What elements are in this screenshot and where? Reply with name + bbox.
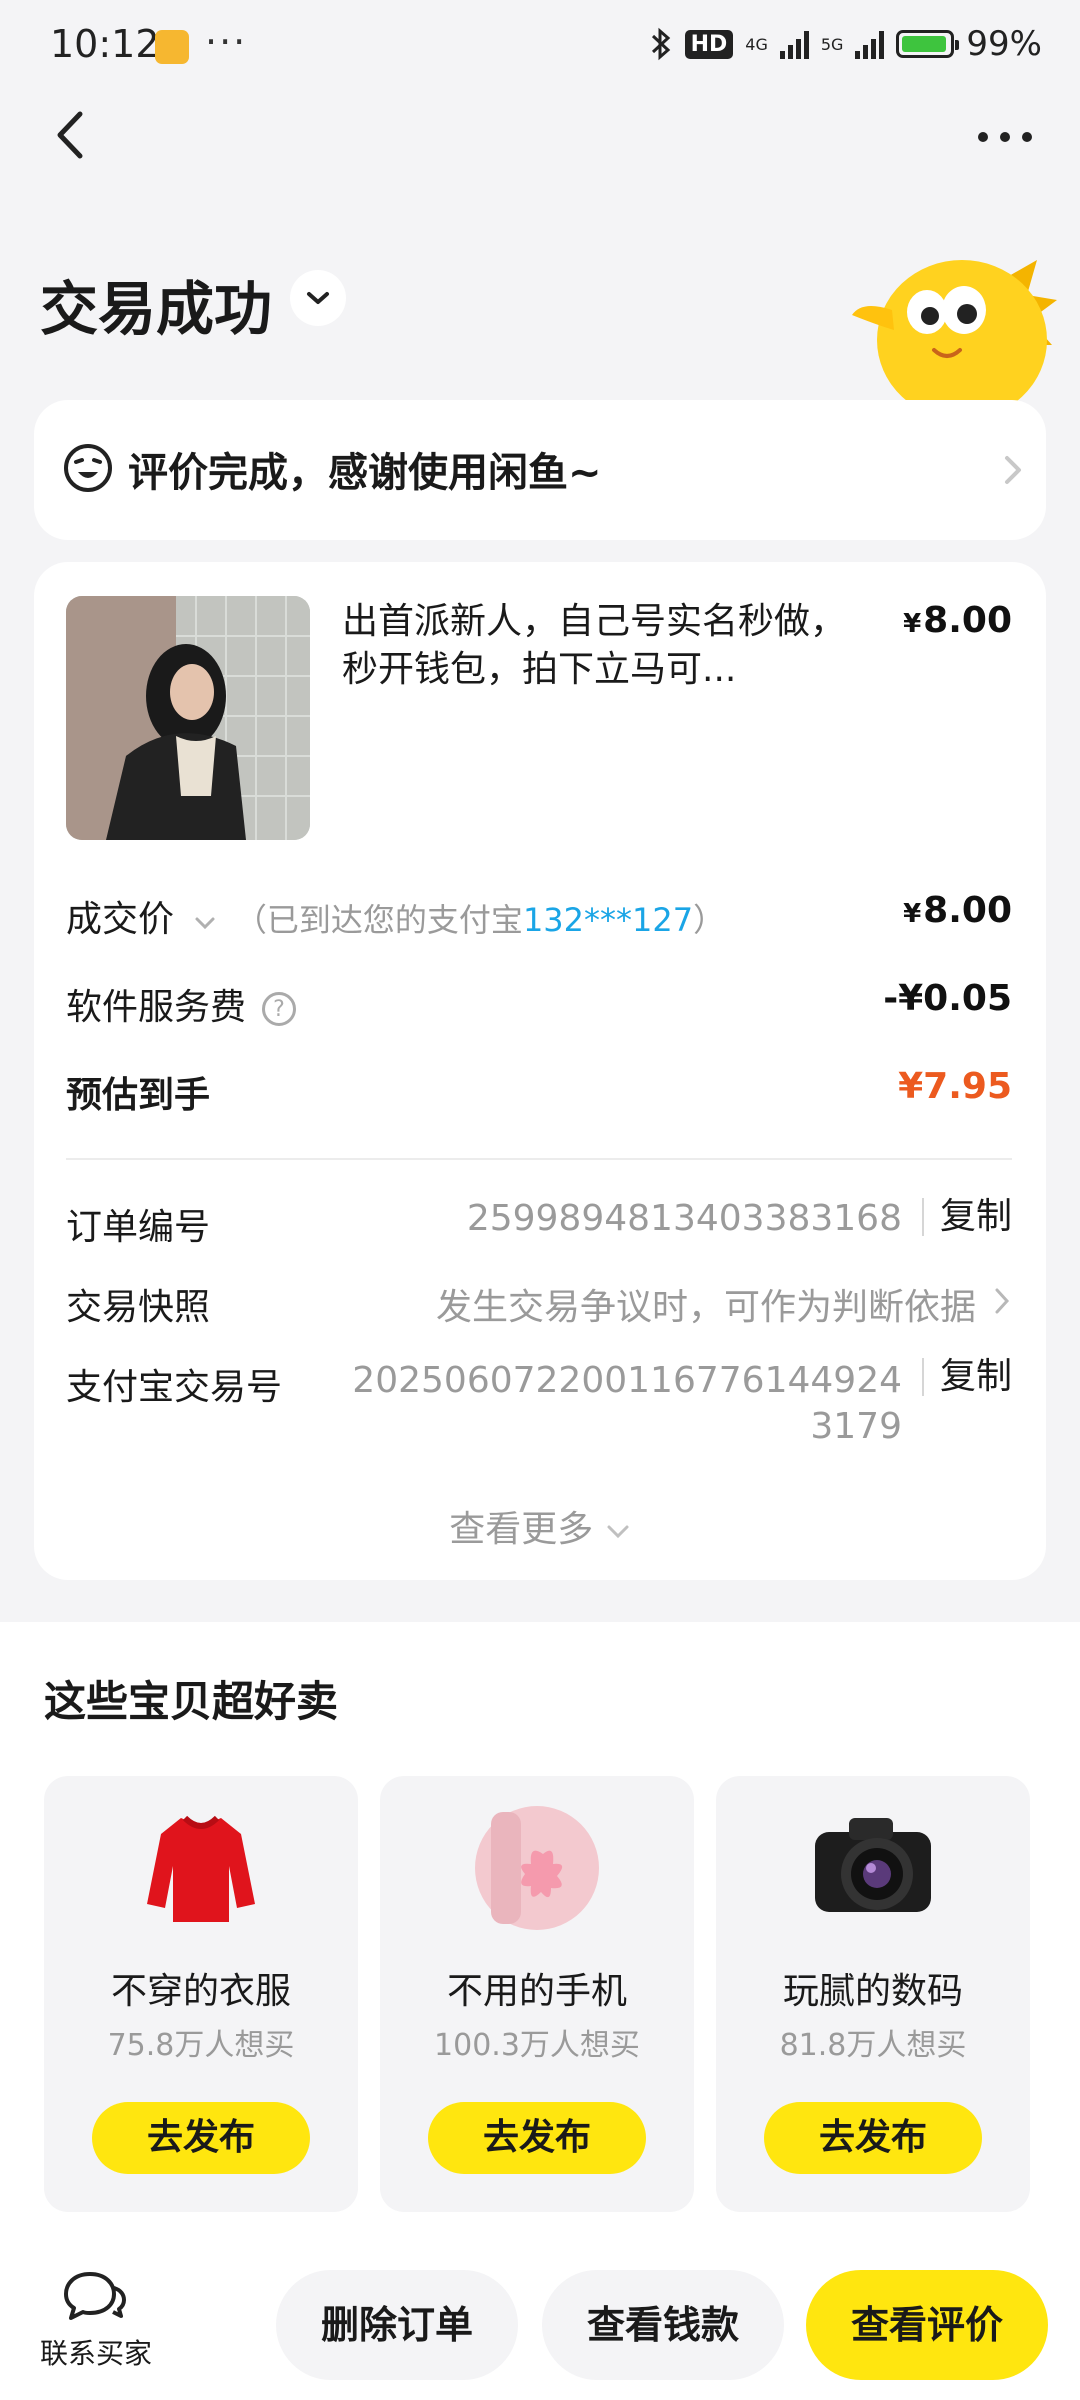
alipay-number-row: 支付宝交易号 20250607220011677614492​4 3179 复制 [66, 1358, 1012, 1458]
back-button[interactable] [46, 100, 106, 170]
recommend-name: 不用的手机 [446, 1971, 627, 2012]
signal-icon [779, 29, 809, 59]
publish-button[interactable]: 去发布 [428, 2102, 646, 2174]
deal-price-value: ¥8.00 [903, 890, 1012, 931]
recommend-card-phone[interactable]: 不用的手机 100.3万人想买 去发布 [380, 1776, 694, 2212]
chevron-right-icon [1005, 456, 1021, 484]
bottom-action-bar: 联系买家 删除订单 查看钱款 查看评价 [0, 2240, 1080, 2400]
item-title[interactable]: 出首派新人，自己号实名秒做，秒开钱包，拍下立马可... [342, 598, 862, 694]
chevron-down-icon[interactable] [193, 915, 217, 931]
battery-icon [896, 30, 960, 58]
status-bar: 10:12 ··· HD 4G 5G 99% [0, 0, 1080, 100]
divider [66, 1158, 1012, 1160]
net-income-value: ¥7.95 [898, 1066, 1012, 1107]
deal-hint-prefix: （已到达您的支付宝 [234, 901, 523, 939]
alipay-account: 132***127 [522, 901, 694, 939]
evaluation-text: 评价完成，感谢使用闲鱼~ [128, 450, 602, 496]
status-time: 10:12 [50, 22, 160, 66]
view-more-label: 查看更多 [449, 1509, 594, 1550]
deal-price-row: 成交价 （已到达您的支付宝132***127） ¥8.00 [66, 890, 1012, 940]
recommend-count: 75.8万人想买 [107, 2028, 295, 2063]
status-icons: HD 4G 5G 99% [649, 24, 1042, 64]
delete-order-button[interactable]: 删除订单 [276, 2270, 518, 2380]
snapshot-label: 交易快照 [66, 1287, 211, 1328]
order-number-row: 订单编号 2599894813403383168 复制 [66, 1198, 1012, 1249]
title-expand-button[interactable] [290, 270, 346, 326]
service-fee-value: -¥0.05 [883, 978, 1012, 1019]
service-fee-label: 软件服务费 [66, 987, 247, 1028]
evaluation-banner[interactable]: 评价完成，感谢使用闲鱼~ [34, 400, 1046, 540]
mascot-fish-icon [852, 260, 1057, 405]
signal-icon-2 [855, 29, 885, 59]
network-5g-label: 5G [820, 34, 844, 54]
notification-icon [155, 30, 189, 64]
wink-face-icon [64, 444, 112, 492]
recommend-name: 不穿的衣服 [110, 1971, 291, 2012]
deal-hint-suffix: ） [693, 901, 726, 939]
network-4g-label: 4G [745, 34, 768, 54]
deal-price-label: 成交价 [66, 899, 175, 940]
recommend-count: 81.8万人想买 [779, 2028, 967, 2063]
view-more-link[interactable]: 查看更多 [34, 1500, 1046, 1552]
page-title: 交易成功 [40, 275, 273, 343]
currency-symbol: ¥ [903, 899, 922, 929]
chevron-down-icon [607, 1525, 629, 1539]
camera-icon [815, 1818, 931, 1912]
chevron-down-icon [307, 292, 329, 304]
phone-icon [475, 1806, 599, 1930]
publish-button[interactable]: 去发布 [92, 2102, 310, 2174]
item-photo [66, 596, 310, 840]
order-number-label: 订单编号 [66, 1207, 211, 1248]
recommend-name: 玩腻的数码 [782, 1971, 963, 2012]
alipay-number-label: 支付宝交易号 [66, 1367, 283, 1408]
copy-order-number-button[interactable]: 复制 [921, 1198, 1012, 1236]
recommend-card-clothes[interactable]: 不穿的衣服 75.8万人想买 去发布 [44, 1776, 358, 2212]
more-notifications-indicator: ··· [205, 20, 248, 64]
recommend-count: 100.3万人想买 [434, 2028, 640, 2063]
service-fee-row: 软件服务费? -¥0.05 [66, 978, 1012, 1028]
snapshot-row[interactable]: 交易快照 发生交易争议时，可作为判断依据 [66, 1278, 1012, 1328]
contact-buyer-button[interactable]: 联系买家 [40, 2268, 153, 2372]
chevron-left-icon [57, 111, 83, 159]
contact-buyer-label: 联系买家 [40, 2337, 153, 2370]
more-menu-button[interactable] [970, 110, 1040, 160]
hd-voice-icon: HD [684, 29, 734, 59]
item-thumbnail[interactable] [66, 596, 310, 840]
snapshot-value: 发生交易争议时，可作为判断依据 [435, 1287, 976, 1328]
battery-percent: 99% [966, 24, 1042, 64]
alipay-number-value: 20250607220011677614492​4 3179 [352, 1358, 902, 1450]
net-income-row: 预估到手 ¥7.95 [66, 1066, 1012, 1116]
publish-button[interactable]: 去发布 [764, 2102, 982, 2174]
view-review-button[interactable]: 查看评价 [806, 2270, 1048, 2380]
chat-icon [64, 2272, 126, 2320]
bluetooth-icon [651, 27, 670, 61]
order-number-value: 2599894813403383168 [466, 1198, 902, 1239]
deal-price-hint: （已到达您的支付宝132***127） [235, 901, 725, 939]
copy-alipay-number-button[interactable]: 复制 [921, 1358, 1012, 1396]
chevron-right-icon [995, 1288, 1010, 1314]
alipay-number-line1: 20250607220011677614492​4 [352, 1360, 902, 1401]
view-money-button[interactable]: 查看钱款 [542, 2270, 784, 2380]
deal-price-amount: 8.00 [923, 890, 1012, 931]
net-income-label: 预估到手 [66, 1075, 211, 1116]
recommend-title: 这些宝贝超好卖 [44, 1677, 339, 1726]
recommend-card-digital[interactable]: 玩腻的数码 81.8万人想买 去发布 [716, 1776, 1030, 2212]
help-icon[interactable]: ? [262, 992, 297, 1026]
sweater-icon [147, 1815, 255, 1922]
alipay-number-line2: 3179 [810, 1406, 902, 1447]
currency-symbol: ¥ [903, 609, 922, 639]
